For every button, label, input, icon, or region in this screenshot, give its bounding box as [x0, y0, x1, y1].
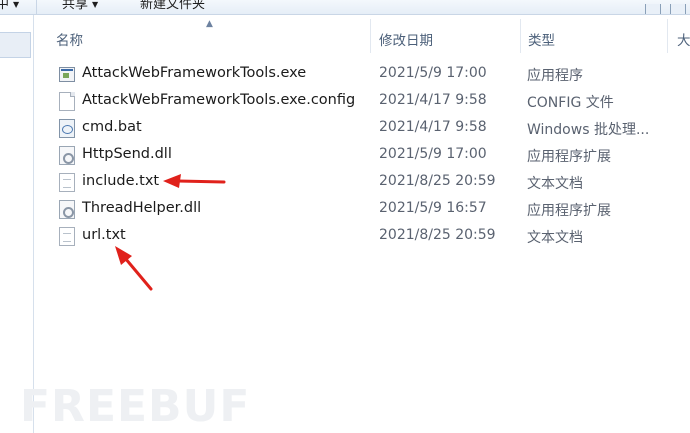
arrow-to-url-txt: [115, 246, 153, 291]
annotation-layer: [115, 174, 226, 291]
watermark: FREEBUF: [20, 381, 251, 432]
arrow-to-include-txt: [163, 174, 226, 188]
